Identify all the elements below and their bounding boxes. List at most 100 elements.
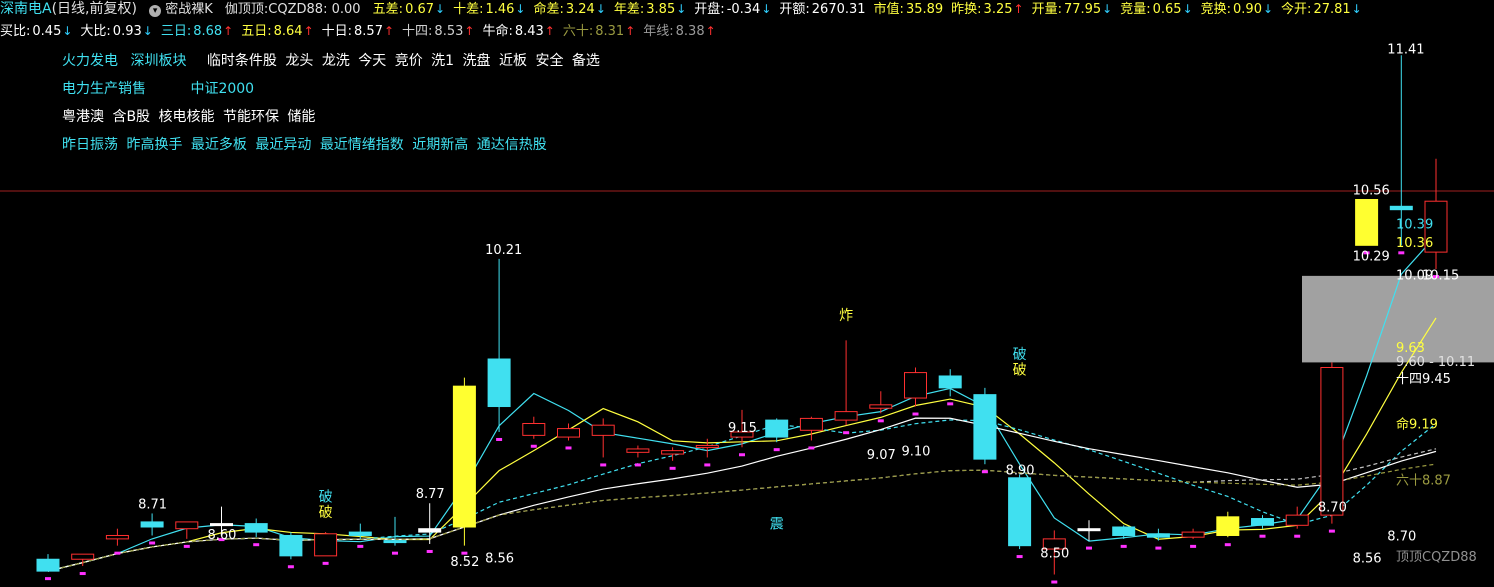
candle-body (1077, 528, 1101, 532)
signal-marker (1016, 555, 1023, 559)
signal-marker (808, 446, 815, 450)
row1-stat: 开盘: -0.34↓ (694, 0, 771, 19)
signal-char: 炸 (839, 308, 853, 324)
signal-marker (773, 448, 780, 452)
tag-concept[interactable]: 节能环保 (223, 109, 279, 125)
tag-line-4: 昨日振荡 昨高换手 最近多板 最近异动 最近情绪指数 近期新高 通达信热股 (62, 134, 551, 154)
tag-concept[interactable]: 核电核能 (159, 109, 215, 125)
stock-title[interactable]: 深南电A(日线,前复权) (0, 0, 137, 18)
arrow-up-icon: ↑ (1013, 2, 1024, 16)
stat-label: 竞换: (1200, 2, 1232, 17)
arrow-down-icon: ↓ (142, 24, 153, 38)
candle-body (140, 521, 164, 528)
stat-value: 77.95 (1063, 2, 1102, 17)
stats-row-1: 五差: 0.67↓ 十差: 1.46↓ 命差: 3.24↓ 年差: 3.85↓ 开盘: -0.34… (373, 2, 1370, 17)
stat-value: 8.64 (273, 24, 303, 39)
arrow-up-icon: ↑ (625, 24, 636, 38)
signal-marker (253, 543, 260, 547)
signal-marker (912, 412, 919, 416)
arrow-down-icon: ↓ (435, 2, 446, 16)
row1-stat: 年差: 3.85↓ (614, 0, 686, 19)
signal-marker (843, 431, 850, 435)
tag-condition[interactable]: 安全 (535, 53, 563, 69)
row2-stat: 买比: 0.45↓ (0, 22, 72, 41)
price-label: 8.77 (416, 487, 445, 502)
tag-condition[interactable]: 龙洗 (322, 53, 350, 69)
tag-hot[interactable]: 最近异动 (255, 137, 311, 153)
price-label: 10.56 (1353, 183, 1390, 198)
tag-hot[interactable]: 最近多板 (191, 137, 247, 153)
price-label: 8.90 (1006, 463, 1035, 478)
stat-label: 买比: (0, 24, 31, 39)
stat-label: 三日: (160, 24, 192, 39)
candle-body (1008, 477, 1032, 547)
signal-marker (877, 419, 884, 423)
arrow-up-icon: ↑ (705, 24, 716, 38)
stat-value: 2670.31 (811, 2, 866, 17)
header-row-1: 深南电A(日线,前复权) ▾ 密战裸K 伽顶顶:CQZD88: 0.00 五差:… (0, 0, 1370, 18)
tag-industry[interactable]: 电力生产销售 (62, 81, 146, 97)
row1-stat: 今开: 27.81↓ (1281, 0, 1362, 19)
signal-marker (634, 463, 641, 467)
mode-selector[interactable]: ▾ 密战裸K (149, 1, 213, 19)
tag-condition[interactable]: 备选 (572, 53, 600, 69)
signal-char: 震 (770, 517, 784, 533)
stat-value: 3.85 (646, 2, 676, 17)
tag-condition[interactable]: 竞价 (395, 53, 423, 69)
row1-stat: 竞量: 0.65↓ (1120, 0, 1192, 19)
tag-hot[interactable]: 通达信热股 (477, 137, 547, 153)
stat-value: 8.57 (354, 24, 383, 39)
tag-index[interactable]: 中证2000 (190, 81, 254, 97)
tag-condition[interactable]: 洗1 (431, 53, 454, 69)
candle-body (869, 404, 893, 409)
row2-stat: 六十: 8.31↑ (563, 22, 635, 41)
tag-hot[interactable]: 最近情绪指数 (320, 137, 404, 153)
candle-body (1355, 199, 1379, 246)
candle-body (1320, 366, 1344, 516)
ma-value-label: 顶顶CQZD88 (1396, 550, 1477, 565)
tag-condition[interactable]: 临时条件股 (207, 53, 277, 69)
signal-marker (600, 463, 607, 467)
signal-marker (1259, 534, 1266, 538)
candle-body (1112, 526, 1136, 536)
signal-char: 破 (1013, 362, 1027, 378)
stat-label: 五差: (372, 2, 404, 17)
stat-value: 8.43 (514, 24, 544, 39)
tag-sector-2[interactable]: 深圳板块 (130, 53, 186, 69)
stat-value: 8.68 (193, 24, 223, 39)
candle-body (314, 533, 338, 557)
tag-hot[interactable]: 昨高换手 (126, 137, 182, 153)
stat-label: 开额: (779, 2, 810, 17)
signal-marker (114, 551, 121, 555)
arrow-down-icon: ↓ (1102, 2, 1113, 16)
signal-marker (287, 565, 294, 569)
tag-condition[interactable]: 龙头 (285, 53, 313, 69)
price-label: 9.15 (728, 421, 757, 436)
tag-concept[interactable]: 储能 (287, 109, 315, 125)
stat-label: 十日: (321, 24, 353, 39)
candle-body (1285, 514, 1309, 526)
price-label: 8.70 (1387, 530, 1416, 545)
stat-value: -0.34 (726, 2, 761, 17)
arrow-down-icon: ↓ (62, 24, 73, 38)
tag-condition[interactable]: 近板 (499, 53, 527, 69)
signal-char: 破 (319, 505, 333, 521)
candle-body (834, 411, 858, 421)
tag-hot[interactable]: 近期新高 (412, 137, 468, 153)
tag-hot[interactable]: 昨日振荡 (62, 137, 118, 153)
stat-label: 五日: (241, 24, 272, 39)
candle-body (1181, 531, 1205, 538)
ma-line-牛命 (47, 448, 1437, 572)
signal-marker (45, 577, 51, 581)
tag-sector-1[interactable]: 火力发电 (62, 53, 118, 69)
tag-condition[interactable]: 洗盘 (463, 53, 491, 69)
candle-body (1389, 205, 1413, 211)
row1-stat: 昨换: 3.25↑ (951, 0, 1023, 19)
tag-condition[interactable]: 今天 (358, 53, 386, 69)
tag-concept[interactable]: 含B股 (112, 109, 150, 125)
stat-label: 昨换: (951, 2, 982, 17)
candle-body (105, 534, 129, 540)
tag-concept[interactable]: 粤港澳 (62, 109, 104, 125)
arrow-down-icon: ↓ (1351, 2, 1362, 16)
price-label: 10.29 (1353, 250, 1390, 265)
